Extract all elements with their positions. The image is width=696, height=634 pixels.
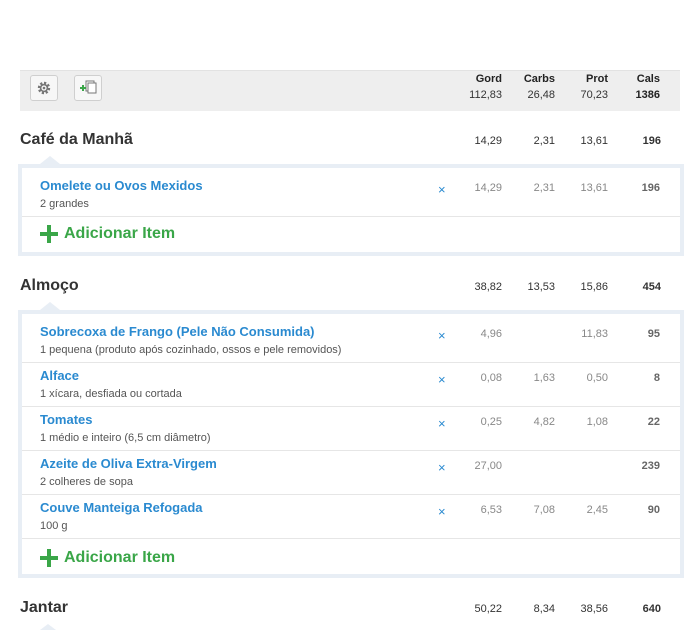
- add-item-button-lunch[interactable]: Adicionar Item: [40, 538, 175, 578]
- plus-icon: [40, 225, 58, 243]
- meal-box-notch: [40, 624, 56, 630]
- add-item-label: Adicionar Item: [64, 225, 176, 242]
- col-header-cals: Cals: [636, 73, 660, 85]
- meal-box-breakfast: Omelete ou Ovos Mexidos 2 grandes × 14,2…: [18, 156, 684, 256]
- add-item-label: Adicionar Item: [64, 549, 176, 566]
- food-gord: 27,00: [474, 460, 502, 472]
- food-row: Azeite de Oliva Extra-Virgem 2 colheres …: [22, 450, 680, 495]
- settings-button[interactable]: [30, 75, 58, 101]
- plus-icon: [40, 549, 58, 567]
- food-name-link[interactable]: Tomates: [40, 412, 93, 427]
- food-row: Omelete ou Ovos Mexidos 2 grandes × 14,2…: [22, 172, 680, 217]
- food-cals: 196: [641, 182, 660, 194]
- meal-title-breakfast: Café da Manhã: [20, 131, 133, 148]
- food-cals: 90: [647, 504, 660, 516]
- meal-box-notch: [40, 302, 60, 310]
- food-name-link[interactable]: Sobrecoxa de Frango (Pele Não Consumida): [40, 324, 315, 339]
- food-name-link[interactable]: Alface: [40, 368, 79, 383]
- food-serving: 1 médio e inteiro (6,5 cm diâmetro): [40, 432, 211, 444]
- meal-total-cals: 454: [642, 281, 661, 293]
- meal-box-lunch: Sobrecoxa de Frango (Pele Não Consumida)…: [18, 302, 684, 578]
- add-copy-icon: [80, 80, 97, 94]
- food-cals: 22: [647, 416, 660, 428]
- meal-title-dinner: Jantar: [20, 599, 69, 616]
- food-serving: 2 grandes: [40, 198, 89, 210]
- food-serving: 100 g: [40, 520, 68, 532]
- food-cals: 95: [647, 328, 660, 340]
- total-cals: 1386: [635, 89, 660, 101]
- food-name-link[interactable]: Omelete ou Ovos Mexidos: [40, 178, 203, 193]
- food-cals: 8: [653, 372, 660, 384]
- food-cals: 239: [641, 460, 660, 472]
- food-row: Tomates 1 médio e inteiro (6,5 cm diâmet…: [22, 406, 680, 451]
- food-name-link[interactable]: Azeite de Oliva Extra-Virgem: [40, 456, 217, 471]
- food-gord: 4,96: [480, 328, 502, 340]
- meal-total-cals: 196: [642, 135, 661, 147]
- food-name-link[interactable]: Couve Manteiga Refogada: [40, 500, 203, 515]
- food-serving: 1 xícara, desfiada ou cortada: [40, 388, 182, 400]
- food-row: Couve Manteiga Refogada 100 g × 6,53 7,0…: [22, 494, 680, 539]
- meal-box-notch: [40, 156, 60, 164]
- gear-icon: [37, 81, 51, 95]
- food-row: Alface 1 xícara, desfiada ou cortada × 0…: [22, 362, 680, 407]
- copy-meal-button[interactable]: [74, 75, 102, 101]
- food-serving: 2 colheres de sopa: [40, 476, 133, 488]
- add-item-button-breakfast[interactable]: Adicionar Item: [40, 214, 175, 254]
- meal-title-lunch: Almoço: [20, 277, 79, 294]
- food-row: Sobrecoxa de Frango (Pele Não Consumida)…: [22, 318, 680, 363]
- summary-header: Gord Carbs Prot Cals 112,83 26,48 70,23 …: [20, 70, 680, 111]
- meal-total-cals: 640: [642, 603, 661, 615]
- food-serving: 1 pequena (produto após cozinhado, ossos…: [40, 344, 342, 356]
